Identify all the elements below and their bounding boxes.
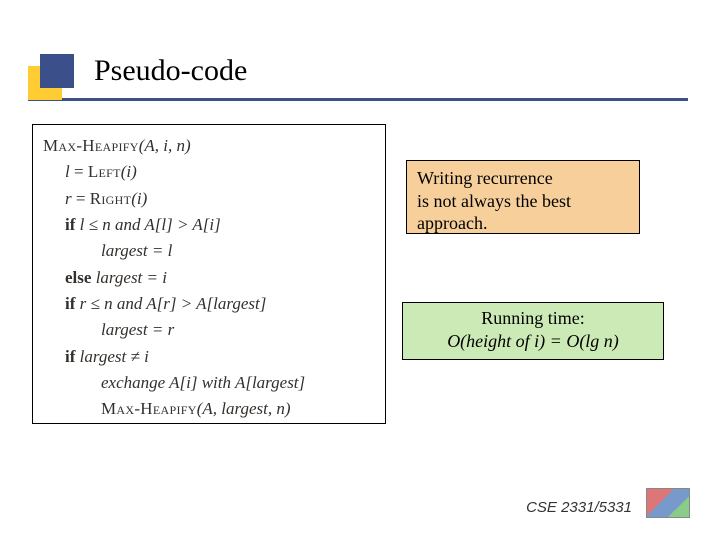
- callout-line: approach.: [417, 212, 629, 235]
- callout-line: Writing recurrence: [417, 167, 629, 190]
- pseudocode-line-if2: if r ≤ n and A[r] > A[largest]: [43, 291, 375, 317]
- pseudocode-line-if1: if l ≤ n and A[l] > A[i]: [43, 212, 375, 238]
- fn-left-args: (i): [121, 162, 137, 181]
- footer-course-code: CSE 2331/5331: [526, 499, 632, 516]
- kw-if: if: [65, 294, 75, 313]
- slide-header: Pseudo-code: [28, 44, 688, 102]
- cond2: r ≤ n and A[r] > A[largest]: [75, 294, 266, 313]
- pseudocode-line-recurse: Max-Heapify(A, largest, n): [43, 396, 375, 422]
- kw-if: if: [65, 215, 75, 234]
- pseudocode-line-l: l = Left(i): [43, 159, 375, 185]
- pseudocode-line-if3: if largest ≠ i: [43, 344, 375, 370]
- callout-recurrence-note: Writing recurrence is not always the bes…: [406, 160, 640, 234]
- callout-equation: O(height of i) = O(lg n): [409, 330, 657, 353]
- kw-else: else: [65, 268, 91, 287]
- pseudocode-line-exchange: exchange A[i] with A[largest]: [43, 370, 375, 396]
- kw-if: if: [65, 347, 75, 366]
- cond3: largest ≠ i: [75, 347, 148, 366]
- eq: =: [70, 162, 88, 181]
- footer-logo-icon: [646, 488, 690, 518]
- header-accent-blue: [40, 54, 74, 88]
- header-underline: [28, 98, 688, 101]
- callout-line: is not always the best: [417, 190, 629, 213]
- callout-line: Running time:: [409, 307, 657, 330]
- fn-recurse: Max-Heapify: [101, 399, 197, 418]
- callout-running-time: Running time: O(height of i) = O(lg n): [402, 302, 664, 360]
- pseudocode-line-else: else largest = i: [43, 265, 375, 291]
- fn-left: Left: [88, 162, 121, 181]
- pseudocode-line-header: Max-Heapify(A, i, n): [43, 133, 375, 159]
- fn-right: Right: [90, 189, 132, 208]
- pseudocode-line-r: r = Right(i): [43, 186, 375, 212]
- slide-title: Pseudo-code: [94, 54, 247, 88]
- fn-right-args: (i): [131, 189, 147, 208]
- eq: =: [72, 189, 90, 208]
- cond1: l ≤ n and A[l] > A[i]: [75, 215, 220, 234]
- fn-name: Max-Heapify: [43, 136, 139, 155]
- fn-recurse-args: (A, largest, n): [197, 399, 291, 418]
- pseudocode-line-largest-l: largest = l: [43, 238, 375, 264]
- pseudocode-block: Max-Heapify(A, i, n) l = Left(i) r = Rig…: [32, 124, 386, 424]
- var-r: r: [65, 189, 72, 208]
- else-body: largest = i: [91, 268, 167, 287]
- pseudocode-line-largest-r: largest = r: [43, 317, 375, 343]
- fn-args: (A, i, n): [139, 136, 191, 155]
